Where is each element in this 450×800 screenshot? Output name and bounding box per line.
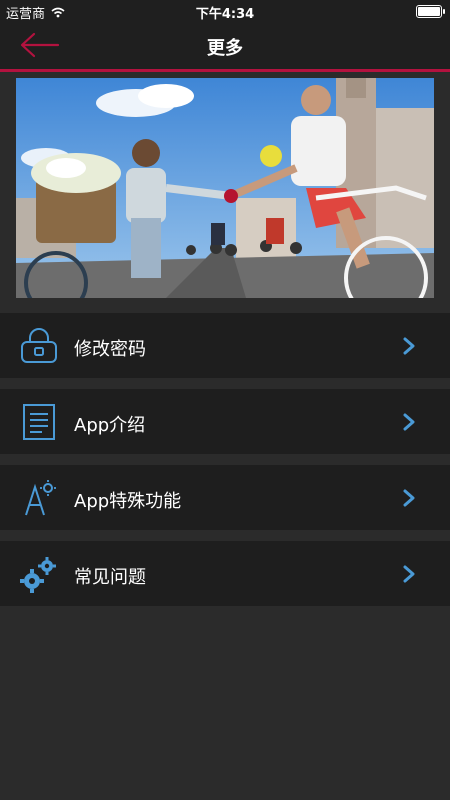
cyclists-photo bbox=[16, 78, 434, 298]
chevron-right-icon bbox=[403, 413, 415, 431]
nav-bar: 更多 bbox=[0, 22, 450, 72]
menu-item-change-password[interactable]: 修改密码 bbox=[0, 313, 450, 378]
gears-icon bbox=[20, 557, 56, 593]
menu-item-label: 修改密码 bbox=[74, 339, 146, 360]
menu-item-label: App特殊功能 bbox=[74, 491, 182, 512]
menu-item-faq[interactable]: 常见问题 bbox=[0, 541, 450, 606]
menu-item-special-features[interactable]: App特殊功能 bbox=[0, 465, 450, 530]
page-title: 更多 bbox=[207, 38, 243, 59]
chevron-right-icon bbox=[403, 337, 415, 355]
banner-image bbox=[16, 78, 434, 298]
document-icon bbox=[23, 404, 55, 440]
menu-item-app-intro[interactable]: App介绍 bbox=[0, 389, 450, 454]
menu-item-label: 常见问题 bbox=[74, 567, 146, 588]
lock-icon bbox=[21, 328, 57, 363]
special-feature-icon bbox=[25, 480, 56, 516]
status-time: 下午4:34 bbox=[195, 7, 255, 22]
chevron-right-icon bbox=[403, 489, 415, 507]
chevron-right-icon bbox=[403, 565, 415, 583]
menu-list: 修改密码 App介绍 App特殊功能 常见问题 bbox=[0, 313, 450, 617]
battery-icon bbox=[416, 5, 445, 18]
menu-item-label: App介绍 bbox=[74, 415, 146, 436]
status-bar: 运营商 下午4:34 bbox=[0, 0, 450, 22]
